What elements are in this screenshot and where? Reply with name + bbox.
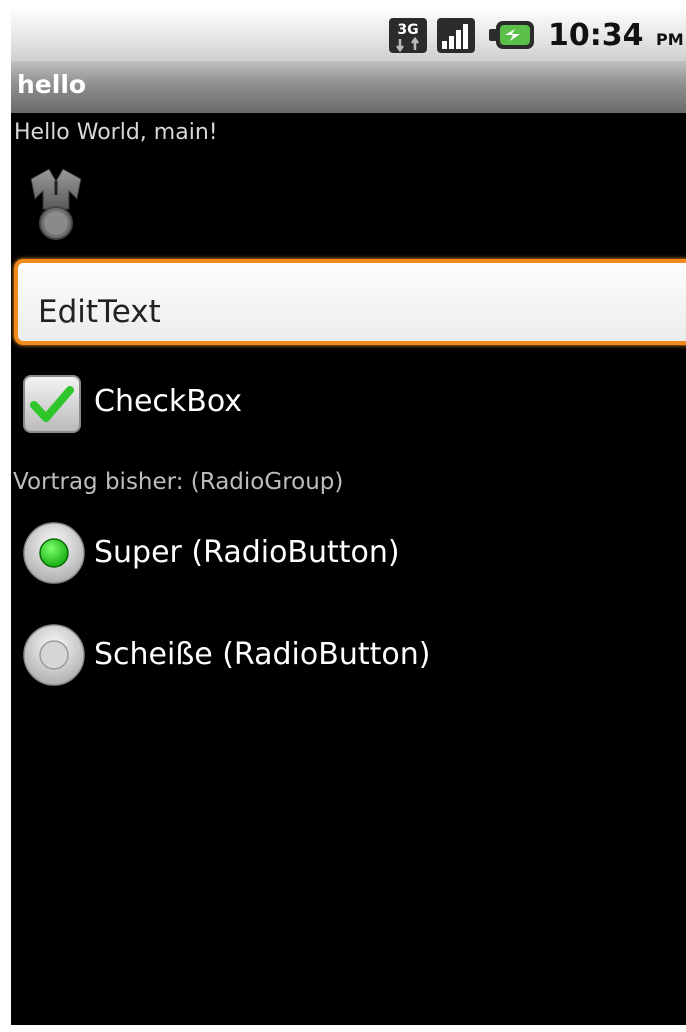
radio-group-label: Vortrag bisher: (RadioGroup)	[13, 469, 344, 495]
device-frame: 3G 10:34 PM hello Hello World, main! Edi…	[0, 0, 686, 1032]
signal-bars-icon	[437, 18, 475, 53]
checkbox[interactable]: CheckBox	[22, 374, 422, 448]
app-title: hello	[17, 70, 87, 99]
svg-text:3G: 3G	[397, 22, 418, 38]
status-bar: 3G 10:34 PM	[11, 7, 686, 61]
radio-label-scheisse: Scheiße (RadioButton)	[94, 637, 431, 672]
radio-label-super: Super (RadioButton)	[94, 535, 400, 570]
checkbox-label: CheckBox	[94, 384, 243, 419]
edit-text-field[interactable]	[14, 259, 686, 345]
status-ampm: PM	[656, 30, 684, 49]
radio-unselected-icon[interactable]	[22, 623, 86, 687]
app-title-bar: hello	[11, 61, 686, 113]
radio-button-scheisse[interactable]: Scheiße (RadioButton)	[22, 623, 522, 693]
android-robot-icon	[30, 168, 82, 240]
status-time: 10:34	[548, 18, 644, 53]
3g-icon: 3G	[389, 18, 427, 53]
phone-screen: 3G 10:34 PM hello Hello World, main! Edi…	[11, 7, 686, 1025]
battery-charging-icon	[489, 21, 534, 49]
radio-selected-icon[interactable]	[22, 521, 86, 585]
checkbox-checked-icon[interactable]	[22, 374, 82, 434]
radio-button-super[interactable]: Super (RadioButton)	[22, 521, 522, 591]
hello-text-view: Hello World, main!	[14, 120, 218, 145]
